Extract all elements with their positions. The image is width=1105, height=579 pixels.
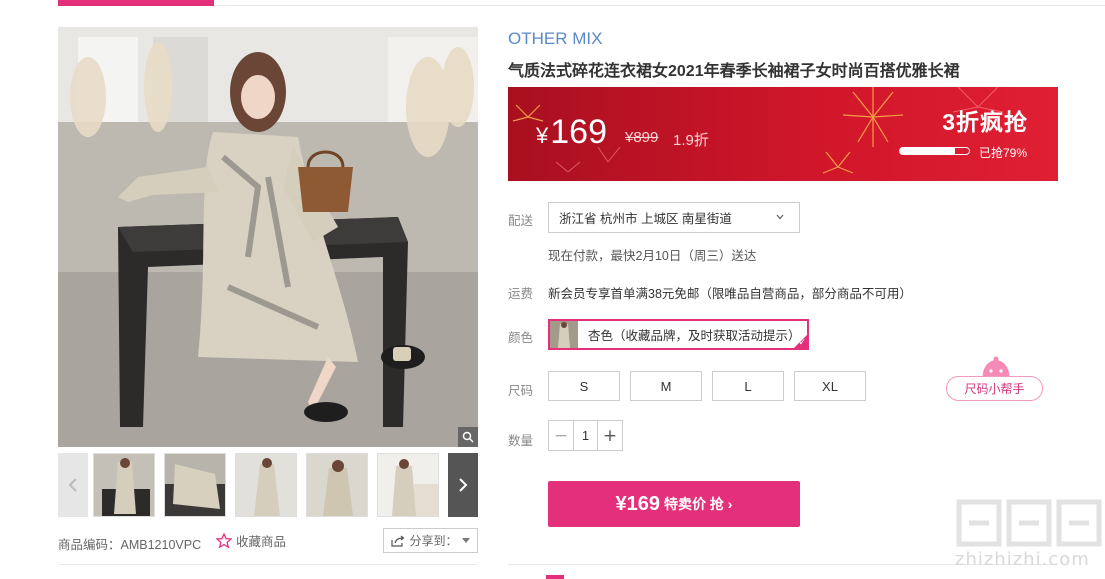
thumbnail-2[interactable] bbox=[164, 453, 226, 517]
brand-link[interactable]: OTHER MIX bbox=[508, 29, 602, 49]
buy-button[interactable]: ¥169 特卖价 抢 › bbox=[548, 481, 800, 527]
shipping-text: 新会员专享首单满38元免邮（限唯品自营商品，部分商品不可用） bbox=[548, 287, 912, 301]
buy-button-label: 特卖价 抢 › bbox=[664, 496, 733, 512]
discount-rate: 1.9折 bbox=[673, 132, 709, 149]
watermark-text: zhizhizhi.com bbox=[955, 549, 1090, 570]
quantity-label: 数量 bbox=[508, 434, 534, 448]
left-bottom-divider bbox=[58, 564, 478, 565]
size-option-s[interactable]: S bbox=[548, 371, 620, 401]
top-divider bbox=[214, 5, 1105, 6]
chevron-down-icon bbox=[776, 214, 784, 220]
sale-price: ¥169 bbox=[536, 113, 607, 152]
thumbnail-5[interactable] bbox=[377, 453, 439, 517]
share-label: 分享到： bbox=[409, 534, 458, 548]
magnifier-icon bbox=[462, 431, 474, 443]
sale-price-value: 169 bbox=[550, 113, 607, 151]
thumbnail-3[interactable] bbox=[235, 453, 297, 517]
size-option-xl[interactable]: XL bbox=[794, 371, 866, 401]
sku-code: 商品编码：AMB1210VPC bbox=[58, 538, 202, 552]
shipping-label: 运费 bbox=[508, 287, 534, 301]
color-option-selected[interactable]: 杏色（收藏品牌，及时获取活动提示） ✓ bbox=[548, 319, 809, 350]
color-swatch bbox=[550, 321, 578, 348]
quantity-increase-button[interactable]: + bbox=[598, 421, 622, 450]
size-helper-button[interactable]: 尺码小帮手 bbox=[946, 356, 1043, 402]
favorite-button[interactable]: 收藏商品 bbox=[216, 531, 286, 550]
active-tab-indicator bbox=[58, 0, 214, 6]
size-label: 尺码 bbox=[508, 384, 534, 398]
star-icon bbox=[216, 533, 232, 548]
quantity-decrease-button[interactable]: − bbox=[549, 421, 573, 450]
product-photo-illustration bbox=[58, 27, 478, 447]
thumbnail-4[interactable] bbox=[306, 453, 368, 517]
favorite-label: 收藏商品 bbox=[236, 535, 287, 549]
product-page: 商品编码：AMB1210VPC 收藏商品 分享到： OTHER MIX 气质法式… bbox=[0, 0, 1105, 579]
share-button[interactable]: 分享到： bbox=[383, 528, 478, 553]
caret-down-icon bbox=[461, 538, 470, 543]
quantity-stepper: − 1 + bbox=[548, 420, 623, 451]
quantity-input[interactable]: 1 bbox=[573, 421, 598, 450]
flash-sale-banner: ¥169 ¥899 1.9折 3折疯抢 已抢79% bbox=[508, 87, 1058, 181]
chevron-left-icon bbox=[68, 478, 77, 492]
color-option-label: 杏色（收藏品牌，及时获取活动提示） bbox=[588, 329, 801, 343]
tab-indicator-bottom bbox=[546, 575, 564, 579]
checkmark-icon: ✓ bbox=[798, 337, 806, 347]
main-product-image[interactable] bbox=[58, 27, 478, 447]
product-meta-row: 商品编码：AMB1210VPC 收藏商品 分享到： bbox=[58, 528, 478, 554]
original-price: ¥899 bbox=[625, 129, 659, 146]
thumbnail-next-button[interactable] bbox=[448, 453, 478, 517]
chevron-right-icon bbox=[459, 478, 468, 492]
product-title: 气质法式碎花连衣裙女2021年春季长袖裙子女时尚百搭优雅长裙 bbox=[508, 63, 960, 80]
size-option-m[interactable]: M bbox=[630, 371, 702, 401]
address-select[interactable]: 浙江省 杭州市 上城区 南星街道 bbox=[548, 202, 800, 233]
delivery-eta: 现在付款，最快2月10日（周三）送达 bbox=[548, 249, 757, 263]
sold-progress-text: 已抢79% bbox=[979, 146, 1028, 160]
size-helper-label: 尺码小帮手 bbox=[946, 376, 1043, 401]
sold-progress-fill bbox=[900, 148, 955, 154]
buy-button-price: ¥169 bbox=[615, 492, 661, 515]
size-option-l[interactable]: L bbox=[712, 371, 784, 401]
currency-symbol: ¥ bbox=[536, 123, 549, 148]
delivery-label: 配送 bbox=[508, 214, 534, 228]
share-icon bbox=[391, 535, 405, 547]
thumbnail-prev-button[interactable] bbox=[58, 453, 88, 517]
thumbnail-strip bbox=[58, 453, 478, 517]
flash-sale-label: 3折疯抢 bbox=[942, 109, 1028, 135]
sold-progress-bar bbox=[899, 147, 970, 155]
address-value: 浙江省 杭州市 上城区 南星街道 bbox=[559, 212, 732, 226]
color-label: 颜色 bbox=[508, 331, 534, 345]
thumbnail-1[interactable] bbox=[93, 453, 155, 517]
zoom-button[interactable] bbox=[458, 427, 478, 447]
